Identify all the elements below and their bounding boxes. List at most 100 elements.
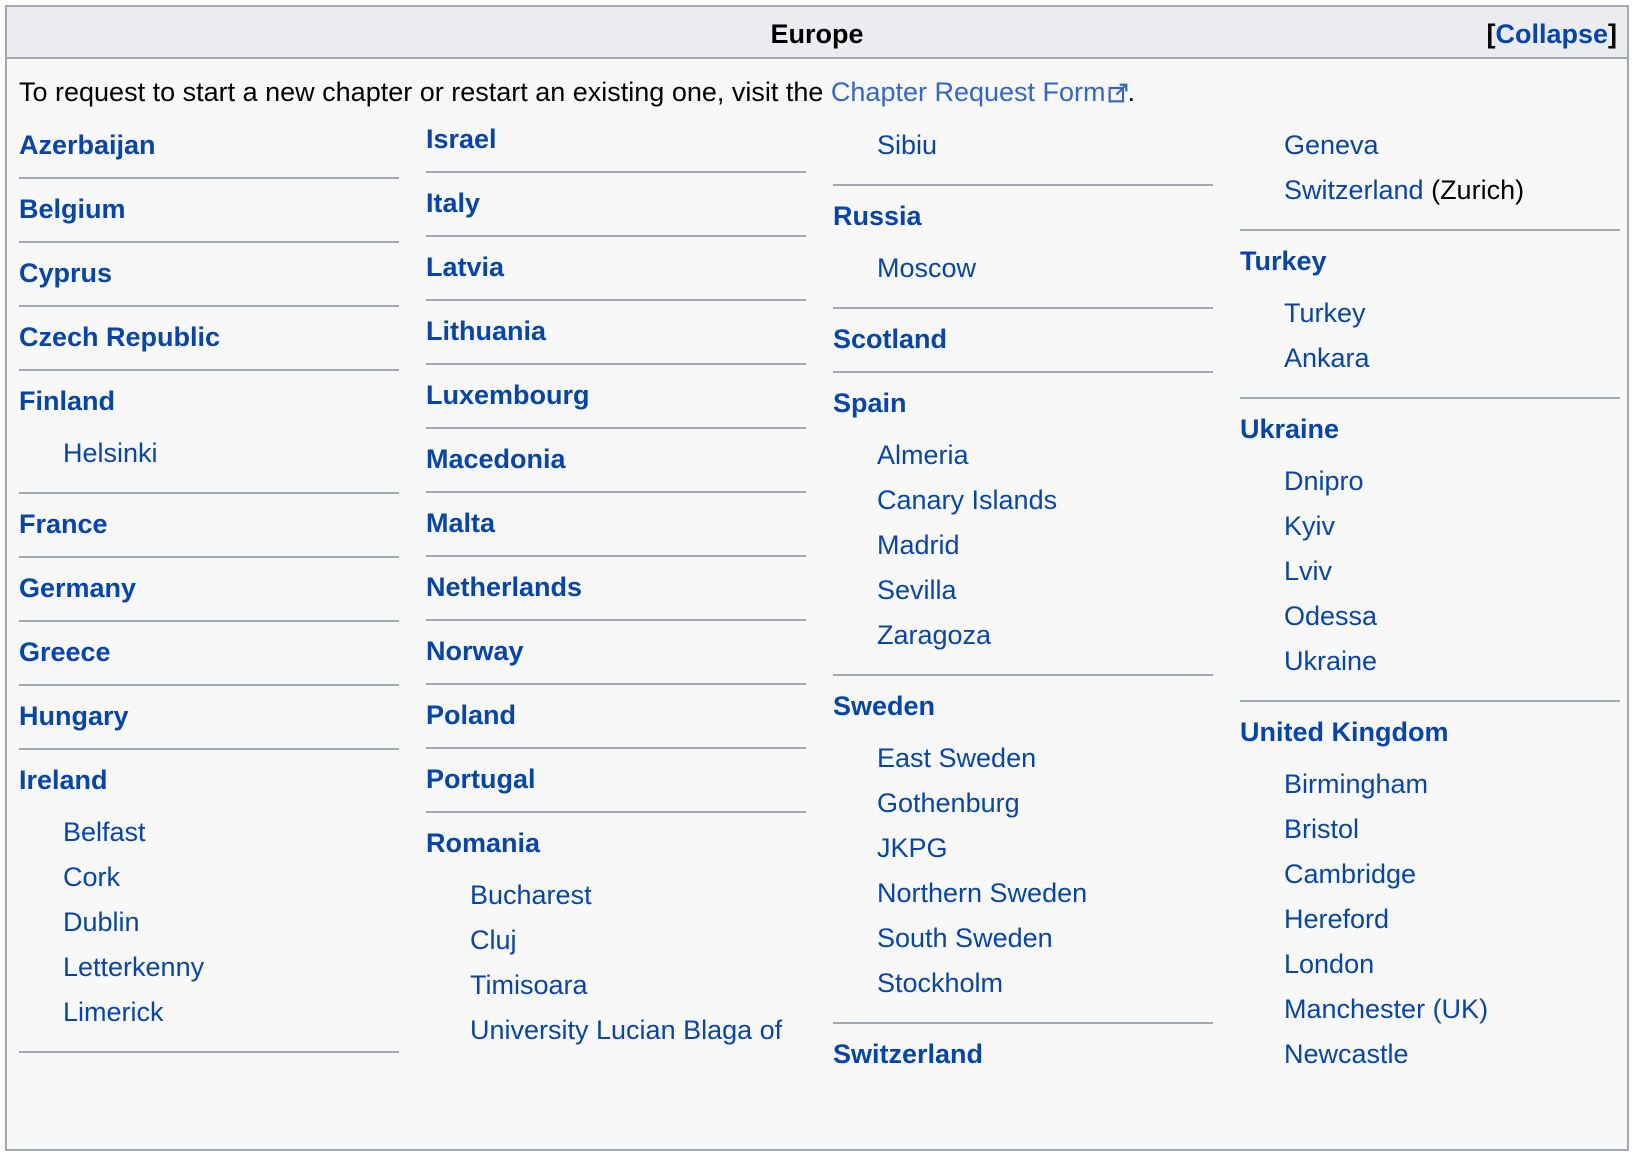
country-link-poland[interactable]: Poland xyxy=(426,699,806,731)
country-group: Spain Almeria Canary Islands Madrid Sevilla Z… xyxy=(833,387,1213,676)
country-group: Macedonia xyxy=(426,443,806,493)
city-link-east-sweden[interactable]: East Sweden xyxy=(877,743,1036,773)
city-link-timisoara[interactable]: Timisoara xyxy=(470,970,588,1000)
europe-navbox: Europe [Collapse] To request to start a … xyxy=(5,5,1629,1151)
country-link-belgium[interactable]: Belgium xyxy=(19,193,399,225)
country-group: Russia Moscow xyxy=(833,200,1213,309)
country-link-latvia[interactable]: Latvia xyxy=(426,251,806,283)
city-item: Dublin xyxy=(63,900,399,945)
country-link-romania[interactable]: Romania xyxy=(426,827,806,859)
city-link-sevilla[interactable]: Sevilla xyxy=(877,575,957,605)
country-group: Italy xyxy=(426,187,806,237)
country-link-portugal[interactable]: Portugal xyxy=(426,763,806,795)
intro-sentence: To request to start a new chapter or res… xyxy=(19,77,831,107)
country-link-netherlands[interactable]: Netherlands xyxy=(426,571,806,603)
city-link-ankara[interactable]: Ankara xyxy=(1284,343,1370,373)
country-link-ireland[interactable]: Ireland xyxy=(19,764,399,796)
city-link-manchester-uk[interactable]: Manchester (UK) xyxy=(1284,994,1488,1024)
city-link-zaragoza[interactable]: Zaragoza xyxy=(877,620,991,650)
city-link-university-lucian-blaga-of[interactable]: University Lucian Blaga of xyxy=(470,1015,782,1045)
country-group: Luxembourg xyxy=(426,379,806,429)
city-link-letterkenny[interactable]: Letterkenny xyxy=(63,952,204,982)
country-link-russia[interactable]: Russia xyxy=(833,200,1213,232)
column-3: Sibiu Russia Moscow Scotland Spain Almeria Can… xyxy=(833,123,1213,1100)
country-link-finland[interactable]: Finland xyxy=(19,385,399,417)
country-link-israel[interactable]: Israel xyxy=(426,123,806,155)
country-link-france[interactable]: France xyxy=(19,508,399,540)
city-link-helsinki[interactable]: Helsinki xyxy=(63,438,158,468)
city-link-bucharest[interactable]: Bucharest xyxy=(470,880,592,910)
city-item: Switzerland (Zurich) xyxy=(1284,168,1620,213)
city-link-madrid[interactable]: Madrid xyxy=(877,530,960,560)
country-link-ukraine[interactable]: Ukraine xyxy=(1240,413,1620,445)
country-link-norway[interactable]: Norway xyxy=(426,635,806,667)
country-link-italy[interactable]: Italy xyxy=(426,187,806,219)
city-item: Cluj xyxy=(470,918,806,963)
city-link-limerick[interactable]: Limerick xyxy=(63,997,164,1027)
city-link-gothenburg[interactable]: Gothenburg xyxy=(877,788,1020,818)
country-group: United Kingdom Birmingham Bristol Cambridge… xyxy=(1240,716,1620,1093)
city-item: Cambridge xyxy=(1284,852,1620,897)
city-item: Moscow xyxy=(877,246,1213,291)
city-link-south-sweden[interactable]: South Sweden xyxy=(877,923,1053,953)
country-link-czech-republic[interactable]: Czech Republic xyxy=(19,321,399,353)
city-link-stockholm[interactable]: Stockholm xyxy=(877,968,1003,998)
city-link-northern-sweden[interactable]: Northern Sweden xyxy=(877,878,1087,908)
city-link-birmingham[interactable]: Birmingham xyxy=(1284,769,1428,799)
city-item: Geneva xyxy=(1284,123,1620,168)
city-link-london[interactable]: London xyxy=(1284,949,1374,979)
city-link-switzerland[interactable]: Switzerland xyxy=(1284,175,1424,205)
country-link-macedonia[interactable]: Macedonia xyxy=(426,443,806,475)
continued-city-list: Sibiu xyxy=(877,123,1213,168)
country-link-spain[interactable]: Spain xyxy=(833,387,1213,419)
chapter-request-form-link[interactable]: Chapter Request Form xyxy=(831,77,1128,107)
country-link-turkey[interactable]: Turkey xyxy=(1240,245,1620,277)
city-link-cluj[interactable]: Cluj xyxy=(470,925,517,955)
city-link-lviv[interactable]: Lviv xyxy=(1284,556,1332,586)
city-link-almeria[interactable]: Almeria xyxy=(877,440,969,470)
city-link-sibiu[interactable]: Sibiu xyxy=(877,130,937,160)
country-link-switzerland[interactable]: Switzerland xyxy=(833,1038,1213,1070)
country-link-cyprus[interactable]: Cyprus xyxy=(19,257,399,289)
collapse-link[interactable]: Collapse xyxy=(1495,19,1608,49)
city-link-ukraine[interactable]: Ukraine xyxy=(1284,646,1377,676)
country-link-germany[interactable]: Germany xyxy=(19,572,399,604)
country-group: Ireland Belfast Cork Dublin Letterkenny Limer… xyxy=(19,764,399,1053)
country-group: Poland xyxy=(426,699,806,749)
city-item: Lviv xyxy=(1284,549,1620,594)
city-link-odessa[interactable]: Odessa xyxy=(1284,601,1377,631)
city-link-belfast[interactable]: Belfast xyxy=(63,817,146,847)
city-link-cambridge[interactable]: Cambridge xyxy=(1284,859,1416,889)
continued-group: Geneva Switzerland (Zurich) xyxy=(1240,123,1620,231)
city-link-geneva[interactable]: Geneva xyxy=(1284,130,1379,160)
city-link-canary-islands[interactable]: Canary Islands xyxy=(877,485,1057,515)
column-1: Azerbaijan Belgium Cyprus Czech Republic Fin… xyxy=(19,129,399,1067)
country-link-azerbaijan[interactable]: Azerbaijan xyxy=(19,129,399,161)
city-link-cork[interactable]: Cork xyxy=(63,862,120,892)
city-link-newcastle[interactable]: Newcastle xyxy=(1284,1039,1409,1069)
country-link-scotland[interactable]: Scotland xyxy=(833,323,1213,355)
city-item: Hereford xyxy=(1284,897,1620,942)
country-link-hungary[interactable]: Hungary xyxy=(19,700,399,732)
country-link-united-kingdom[interactable]: United Kingdom xyxy=(1240,716,1620,748)
city-link-jkpg[interactable]: JKPG xyxy=(877,833,948,863)
city-link-hereford[interactable]: Hereford xyxy=(1284,904,1389,934)
country-link-greece[interactable]: Greece xyxy=(19,636,399,668)
city-link-bristol[interactable]: Bristol xyxy=(1284,814,1359,844)
city-item: Cork xyxy=(63,855,399,900)
country-group: Switzerland xyxy=(833,1038,1213,1086)
country-link-sweden[interactable]: Sweden xyxy=(833,690,1213,722)
city-link-turkey[interactable]: Turkey xyxy=(1284,298,1366,328)
city-item: Kyiv xyxy=(1284,504,1620,549)
city-item: Manchester (UK) xyxy=(1284,987,1620,1032)
country-group: Finland Helsinki xyxy=(19,385,399,494)
city-link-kyiv[interactable]: Kyiv xyxy=(1284,511,1335,541)
city-link-moscow[interactable]: Moscow xyxy=(877,253,976,283)
city-link-dnipro[interactable]: Dnipro xyxy=(1284,466,1364,496)
city-item: Limerick xyxy=(63,990,399,1035)
city-link-dublin[interactable]: Dublin xyxy=(63,907,140,937)
navbox-title-bar: Europe [Collapse] xyxy=(7,7,1627,59)
country-link-luxembourg[interactable]: Luxembourg xyxy=(426,379,806,411)
country-link-malta[interactable]: Malta xyxy=(426,507,806,539)
country-link-lithuania[interactable]: Lithuania xyxy=(426,315,806,347)
